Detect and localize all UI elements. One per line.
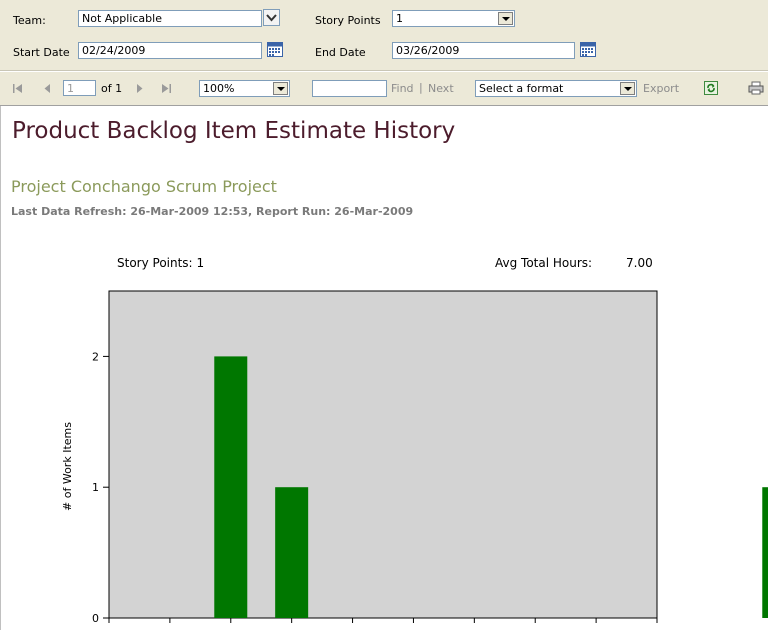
y-tick-label: 1 xyxy=(92,481,99,494)
work-items-chart: 0 1 2 # of Work Items xyxy=(61,290,768,625)
bar xyxy=(214,356,248,618)
y-tick-label: 0 xyxy=(92,612,99,625)
plot-area xyxy=(108,290,658,619)
bar xyxy=(762,487,768,618)
y-axis-title: # of Work Items xyxy=(61,422,74,511)
bar xyxy=(275,487,309,618)
y-tick-label: 2 xyxy=(92,350,99,363)
